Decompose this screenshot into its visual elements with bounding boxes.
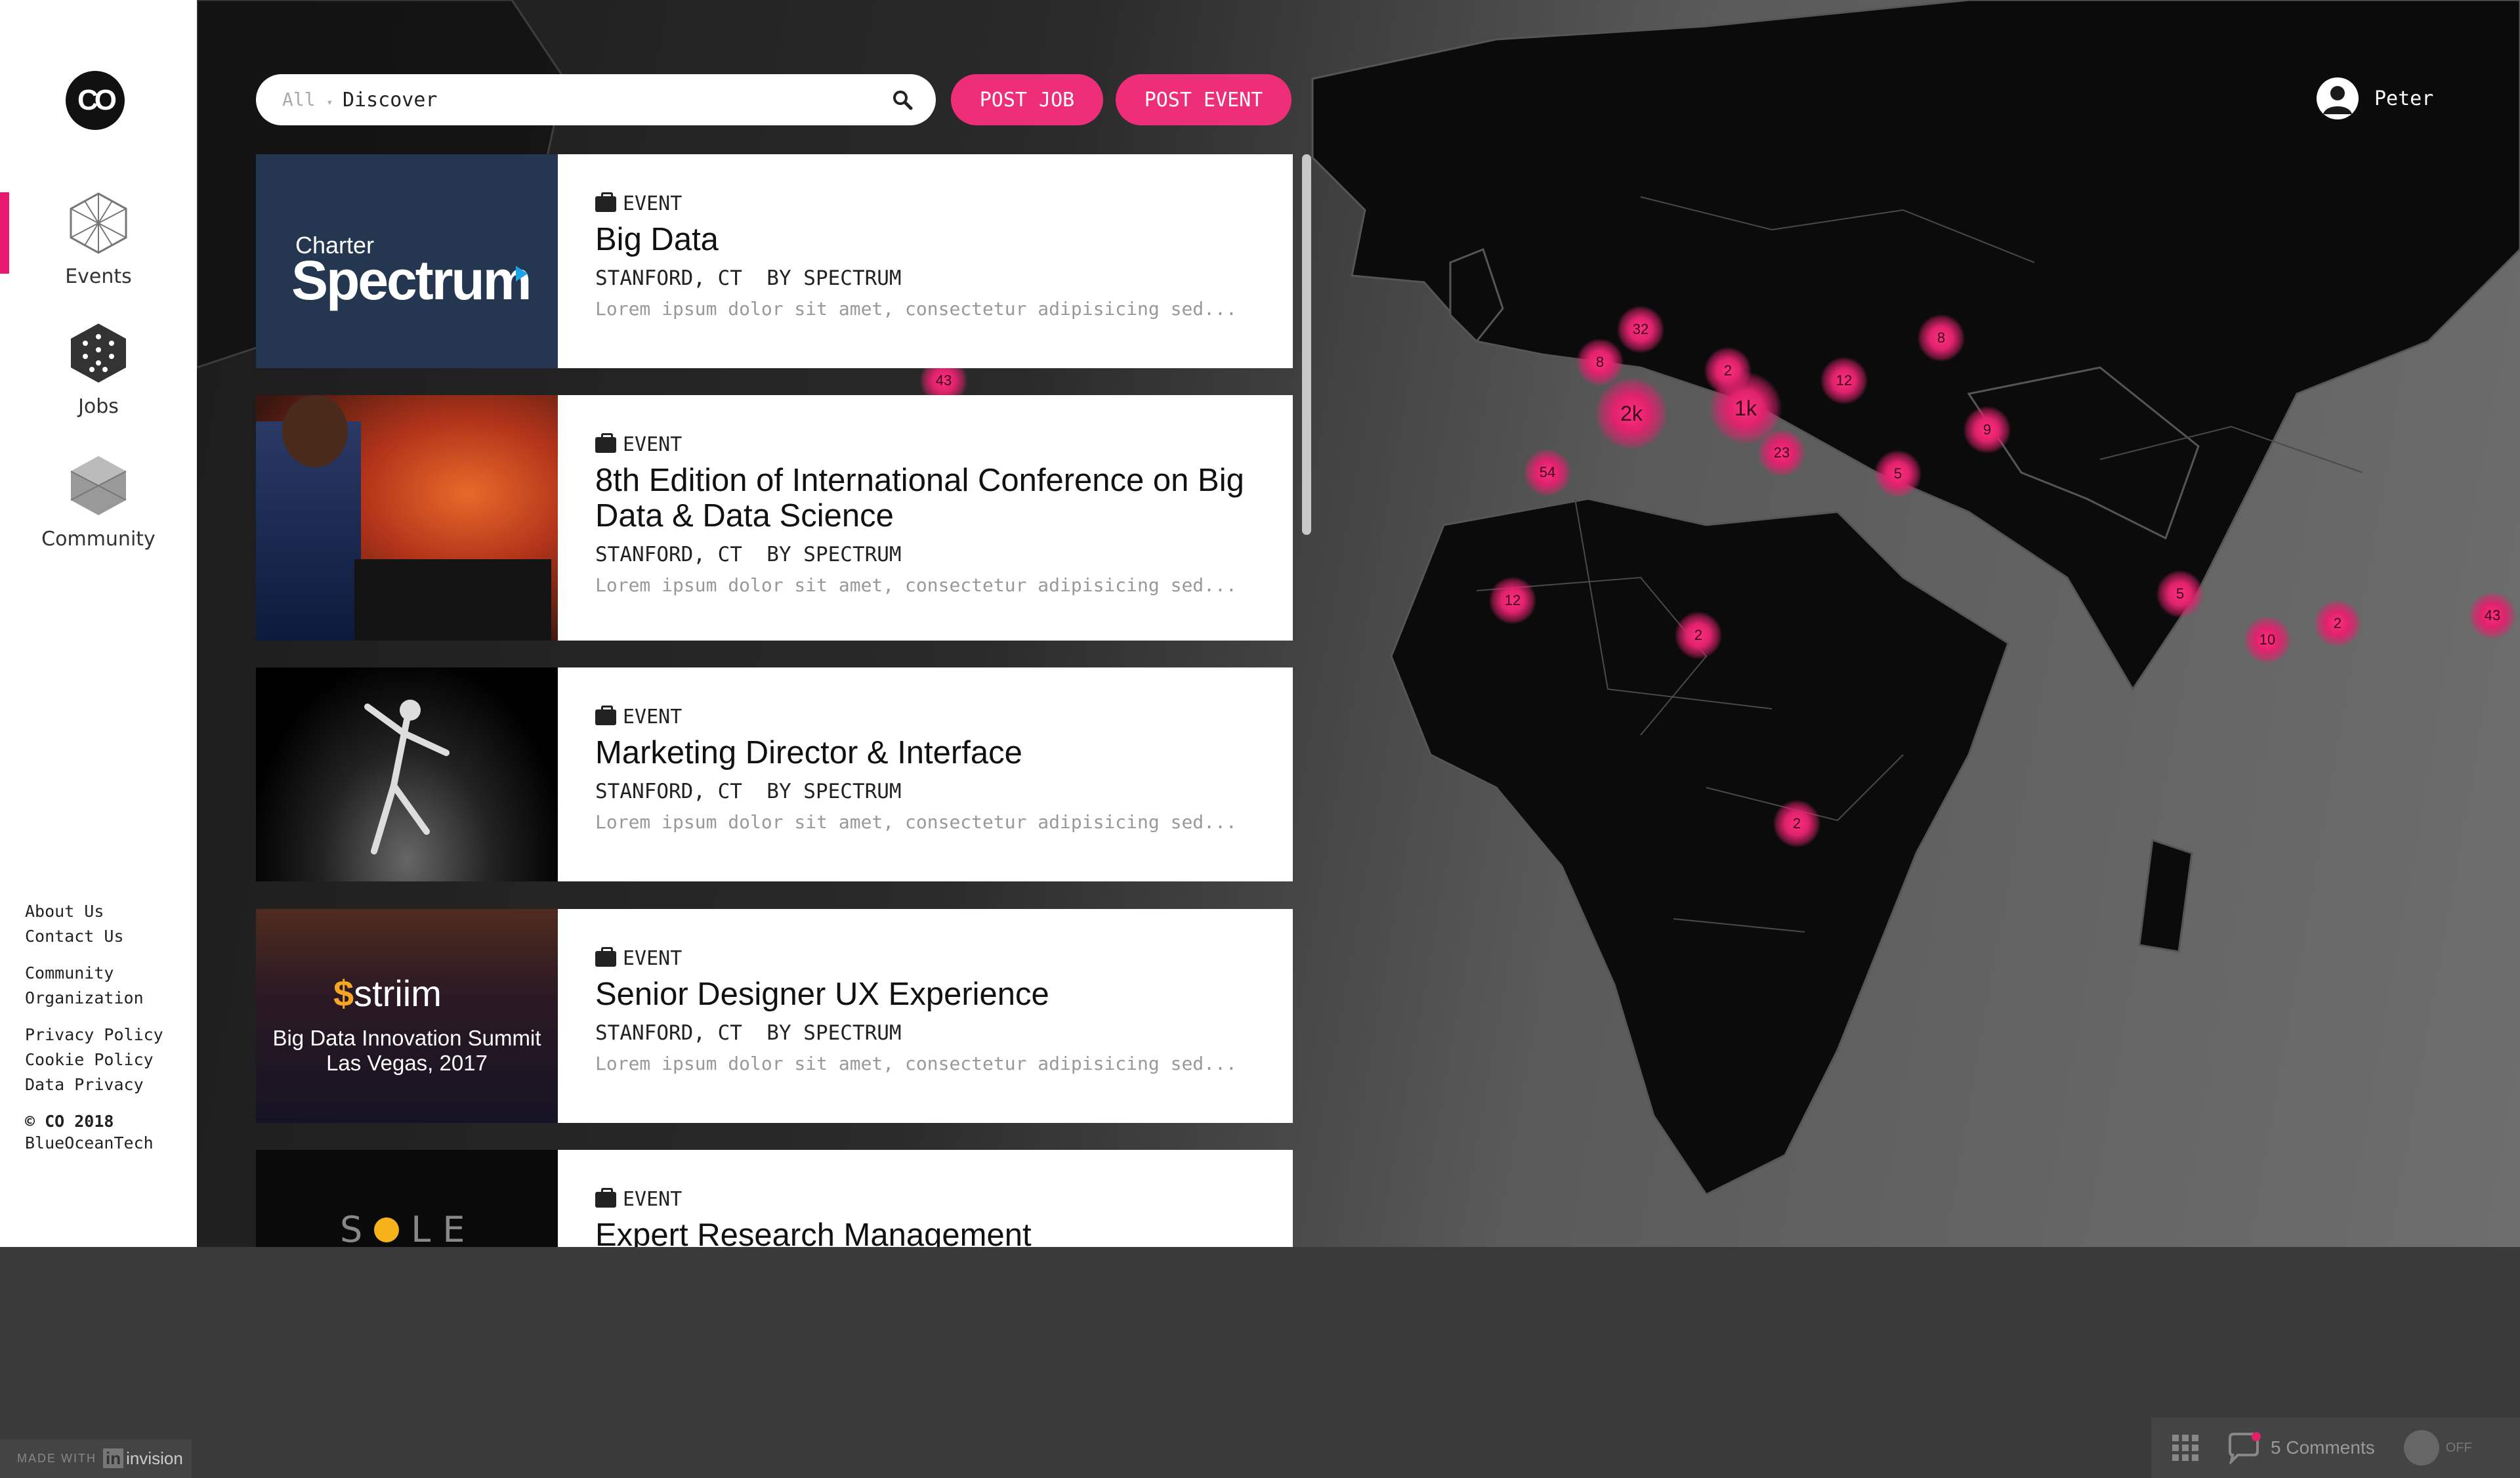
events-hex-icon [70,192,127,254]
privacy-link[interactable]: Privacy Policy [25,1023,163,1047]
event-list: Charter Spectrum EVENT Big Data STANFORD… [256,154,1293,1247]
map-cluster[interactable]: 23 [1758,429,1805,476]
list-scrollbar[interactable] [1302,154,1311,535]
map-cluster[interactable]: 2 [2314,600,2361,647]
chevron-down-icon: ▾ [326,96,333,108]
comments-button[interactable]: 5 Comments [2226,1431,2375,1464]
event-description: Lorem ipsum dolor sit amet, consectetur … [595,1053,1237,1074]
app-stage: 43 32 8 2k 2 1k 12 8 9 23 54 5 12 2 5 10… [0,0,2520,1247]
event-card[interactable]: Charter Spectrum EVENT Big Data STANFORD… [256,154,1293,368]
event-title[interactable]: Senior Designer UX Experience [595,977,1280,1012]
nav-community-label: Community [41,528,156,551]
event-description: Lorem ipsum dolor sit amet, consectetur … [595,298,1237,320]
map-cluster[interactable]: 32 [1617,306,1664,353]
search-input[interactable]: Discover [343,89,438,112]
map-cluster[interactable]: 8 [1576,339,1624,386]
community-link[interactable]: Community [25,961,163,986]
comment-bubble-icon [2229,1432,2261,1464]
briefcase-icon [595,433,616,453]
nav-jobs[interactable]: Jobs [26,320,171,418]
comments-toggle[interactable]: OFF [2403,1430,2472,1466]
briefcase-icon [595,1187,616,1208]
post-event-button[interactable]: POST EVENT [1116,74,1292,125]
search-bar[interactable]: All ▾ Discover [256,74,936,125]
user-menu[interactable]: Peter [2317,77,2433,119]
thumb-subtitle: Big Data Innovation Summit [272,1026,541,1050]
event-card[interactable]: S LE EVENT Expert Research Management [256,1150,1293,1247]
map-cluster[interactable]: 2 [1773,800,1820,847]
co-logo[interactable]: CO [66,71,125,130]
user-name: Peter [2374,87,2434,110]
nav-events-label: Events [65,265,132,288]
thumb-brand: $striim [333,973,442,1014]
post-job-button[interactable]: POST JOB [951,74,1103,125]
event-title[interactable]: Marketing Director & Interface [595,735,1280,771]
thumb-subtitle-2: Las Vegas, 2017 [326,1051,488,1075]
event-title[interactable]: 8th Edition of International Conference … [595,463,1280,534]
sidebar-footer: About Us Contact Us Community Organizati… [25,899,163,1152]
map-cluster[interactable]: 5 [2156,570,2204,618]
thumb-brand: S LE [340,1209,477,1247]
event-meta: STANFORD, CT BY SPECTRUM [595,543,902,566]
organization-link[interactable]: Organization [25,986,163,1011]
active-nav-indicator [0,192,9,274]
map-cluster[interactable]: 5 [1874,450,1922,497]
event-thumbnail [256,395,558,641]
event-card[interactable]: EVENT Marketing Director & Interface STA… [256,667,1293,881]
avatar-icon [2317,77,2359,119]
search-icon[interactable] [891,89,914,111]
nav-community[interactable]: Community [26,453,171,551]
company-name: BlueOceanTech [25,1133,154,1152]
event-tag: EVENT [595,192,1280,215]
event-tag: EVENT [595,946,1280,970]
map-cluster[interactable]: 54 [1524,449,1571,496]
dancer-figure [364,700,450,855]
toggle-knob [2403,1430,2439,1466]
briefcase-icon [595,946,616,967]
jobs-hex-icon [71,324,126,383]
community-hex-icon [70,456,127,515]
data-privacy-link[interactable]: Data Privacy [25,1072,163,1097]
event-tag: EVENT [595,1187,1280,1211]
copyright: © CO 2018 [25,1112,114,1131]
event-card[interactable]: $striim Big Data Innovation Summit Las V… [256,909,1293,1123]
event-meta: STANFORD, CT BY SPECTRUM [595,780,902,803]
event-card[interactable]: EVENT 8th Edition of International Confe… [256,395,1293,641]
event-thumbnail: $striim Big Data Innovation Summit Las V… [256,909,558,1123]
event-tag: EVENT [595,705,1280,728]
prototype-toolbar: 5 Comments OFF [2151,1418,2520,1478]
nav-events[interactable]: Events [26,190,171,288]
map-cluster[interactable]: 2k [1595,377,1668,450]
map-cluster[interactable]: 12 [1489,577,1536,624]
made-with-invision-badge[interactable]: MADE WITH in invision [0,1439,192,1478]
map-cluster[interactable]: 2 [1675,612,1722,659]
event-title[interactable]: Expert Research Management [595,1217,1280,1247]
briefcase-icon [595,705,616,725]
map-cluster[interactable]: 12 [1820,357,1868,404]
contact-link[interactable]: Contact Us [25,924,163,949]
play-arrow-icon [516,266,528,282]
map-cluster[interactable]: 10 [2244,616,2291,664]
map-cluster[interactable]: 9 [1964,406,2011,454]
search-scope-dropdown[interactable]: All ▾ [282,89,333,110]
event-meta: STANFORD, CT BY SPECTRUM [595,1021,902,1045]
briefcase-icon [595,192,616,212]
event-meta: STANFORD, CT BY SPECTRUM [595,266,902,290]
nav-jobs-label: Jobs [78,395,119,418]
map-cluster[interactable]: 43 [2469,592,2516,639]
event-thumbnail [256,667,558,881]
about-link[interactable]: About Us [25,899,163,924]
grid-icon[interactable] [2171,1433,2200,1462]
prototype-bottom-bar [0,1247,2520,1478]
event-description: Lorem ipsum dolor sit amet, consectetur … [595,811,1237,833]
sidebar: CO Events Jobs Community About Us Contac… [0,0,197,1247]
cookie-link[interactable]: Cookie Policy [25,1047,163,1072]
event-tag: EVENT [595,433,1280,456]
event-description: Lorem ipsum dolor sit amet, consectetur … [595,574,1237,596]
event-thumbnail: S LE [256,1150,558,1247]
event-title[interactable]: Big Data [595,222,1280,257]
event-thumbnail: Charter Spectrum [256,154,558,368]
map-cluster[interactable]: 8 [1918,314,1965,362]
thumb-brand-large: Spectrum [291,249,532,311]
